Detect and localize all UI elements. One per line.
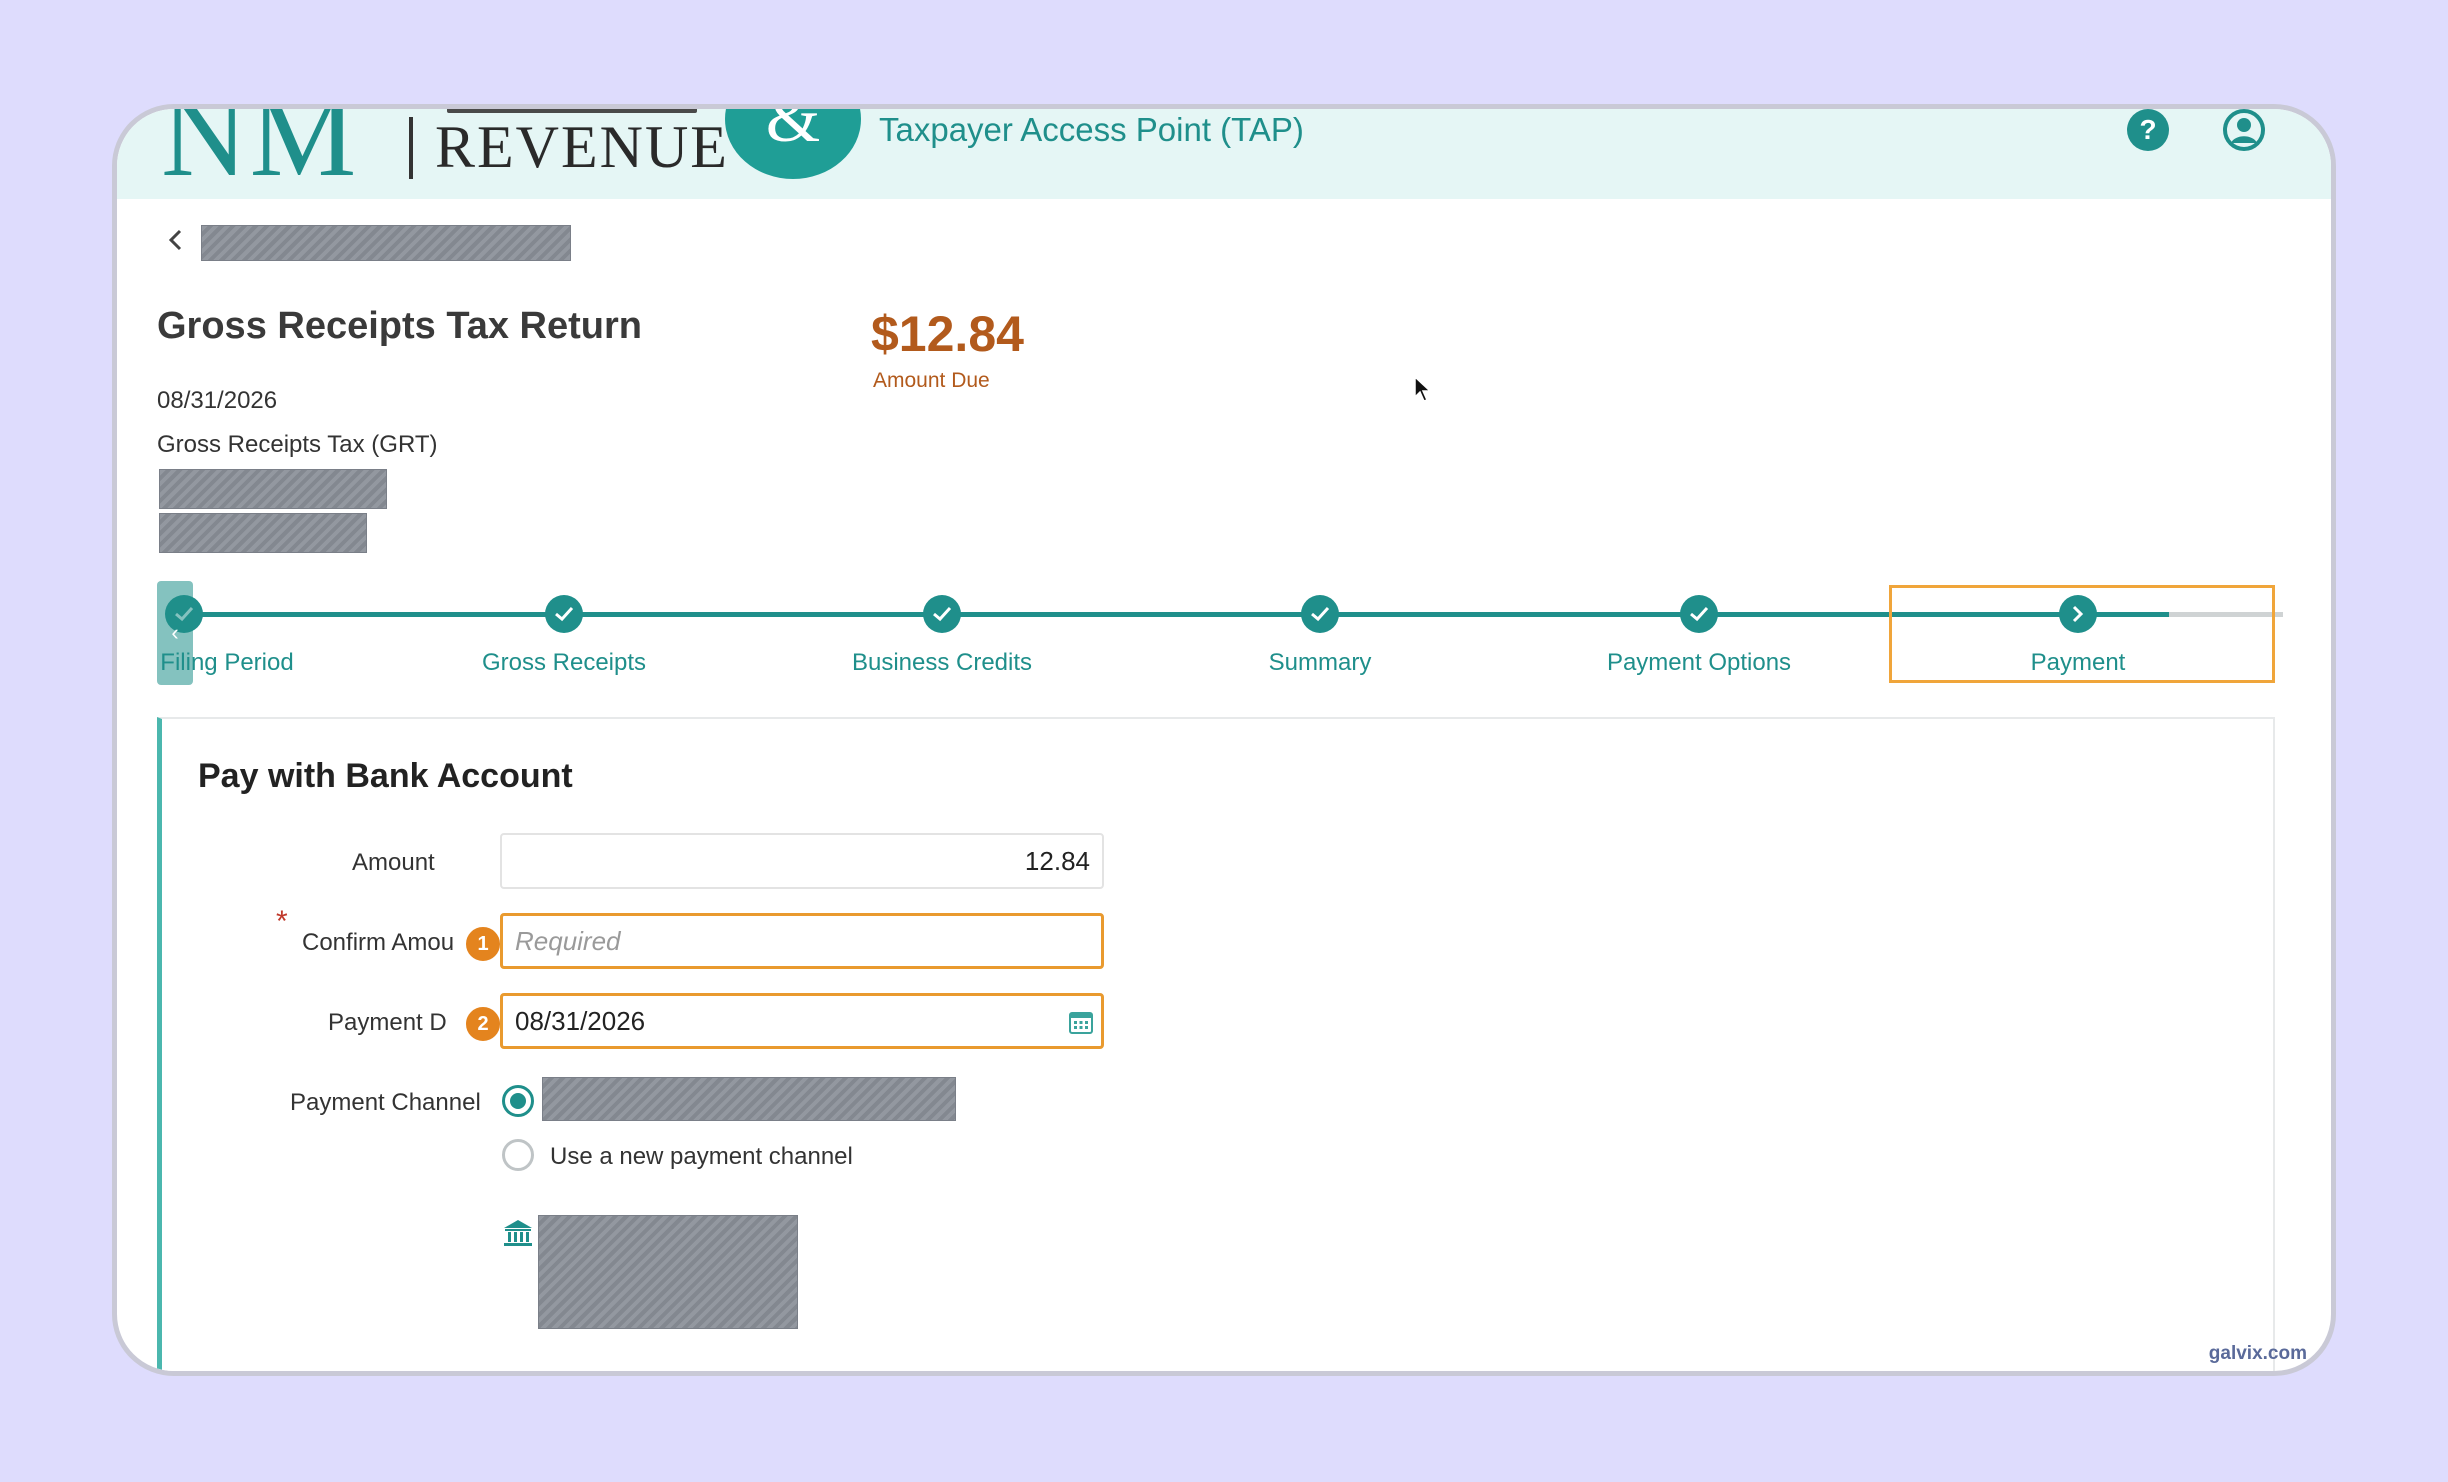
step-label-summary[interactable]: Summary	[1269, 649, 1372, 677]
existing-channel-radio[interactable]	[502, 1085, 534, 1117]
logo-revenue: REVENUE	[435, 114, 729, 180]
required-marker: *	[276, 905, 288, 938]
new-channel-label[interactable]: Use a new payment channel	[550, 1143, 853, 1171]
confirm-amount-placeholder: Required	[515, 925, 621, 956]
logo-taxation-strip	[447, 109, 697, 113]
existing-channel-redacted[interactable]	[542, 1077, 956, 1121]
payment-date-value: 08/31/2026	[515, 1005, 646, 1036]
app-window: NM REVENUE & Taxpayer Access Point (TAP)…	[112, 104, 2336, 1376]
step-badge-2: 2	[464, 1005, 502, 1043]
step-label-payment-options[interactable]: Payment Options	[1607, 649, 1791, 677]
amount-due-label: Amount Due	[873, 369, 990, 392]
stepper-track-complete	[187, 612, 2169, 617]
calendar-icon[interactable]	[1067, 1008, 1095, 1036]
step-dot-summary[interactable]	[1301, 595, 1339, 633]
step-badge-1: 1	[464, 925, 502, 963]
bank-details-redacted	[538, 1215, 798, 1329]
logo-nm: NM	[161, 104, 359, 201]
page-title: Gross Receipts Tax Return	[157, 305, 643, 347]
app-title[interactable]: Taxpayer Access Point (TAP)	[879, 111, 1304, 149]
logo-ampersand: &	[725, 109, 861, 179]
account-id-redacted	[159, 469, 387, 509]
back-chevron-icon[interactable]	[161, 225, 191, 255]
new-channel-radio[interactable]	[502, 1139, 534, 1171]
logo-divider	[409, 117, 413, 179]
current-step-highlight	[1889, 585, 2275, 683]
watermark: galvix.com	[2208, 1343, 2307, 1364]
app-header: NM REVENUE & Taxpayer Access Point (TAP)…	[117, 109, 2331, 199]
step-dot-business-credits[interactable]	[923, 595, 961, 633]
step-label-gross-receipts[interactable]: Gross Receipts	[482, 649, 646, 677]
card-title: Pay with Bank Account	[198, 757, 573, 795]
amount-due-value: $12.84	[871, 306, 1024, 362]
confirm-amount-input[interactable]: Required	[500, 913, 1104, 969]
account-name-redacted	[159, 513, 367, 553]
help-icon[interactable]: ?	[2127, 109, 2169, 151]
amount-value: 12.84	[1024, 845, 1090, 876]
step-dot-payment-options[interactable]	[1680, 595, 1718, 633]
step-label-filing-period[interactable]: Filing Period	[160, 649, 293, 677]
amount-label: Amount	[352, 849, 435, 876]
payment-date-label: Payment D	[328, 1009, 447, 1036]
confirm-amount-label: Confirm Amou	[302, 929, 455, 956]
bank-icon	[504, 1220, 532, 1246]
mouse-cursor-icon	[1414, 375, 1432, 402]
step-dot-gross-receipts[interactable]	[545, 595, 583, 633]
pay-with-bank-card: Pay with Bank Account Amount 12.84 * Con…	[157, 717, 2275, 1371]
step-label-business-credits[interactable]: Business Credits	[852, 649, 1032, 677]
period-date: 08/31/2026	[157, 387, 278, 414]
amount-field: 12.84	[500, 833, 1104, 889]
payment-channel-label: Payment Channel	[290, 1089, 481, 1116]
user-icon[interactable]	[2223, 109, 2265, 151]
tax-type: Gross Receipts Tax (GRT)	[157, 431, 438, 458]
breadcrumb-redacted[interactable]	[201, 225, 571, 261]
payment-date-input[interactable]: 08/31/2026	[500, 993, 1104, 1049]
